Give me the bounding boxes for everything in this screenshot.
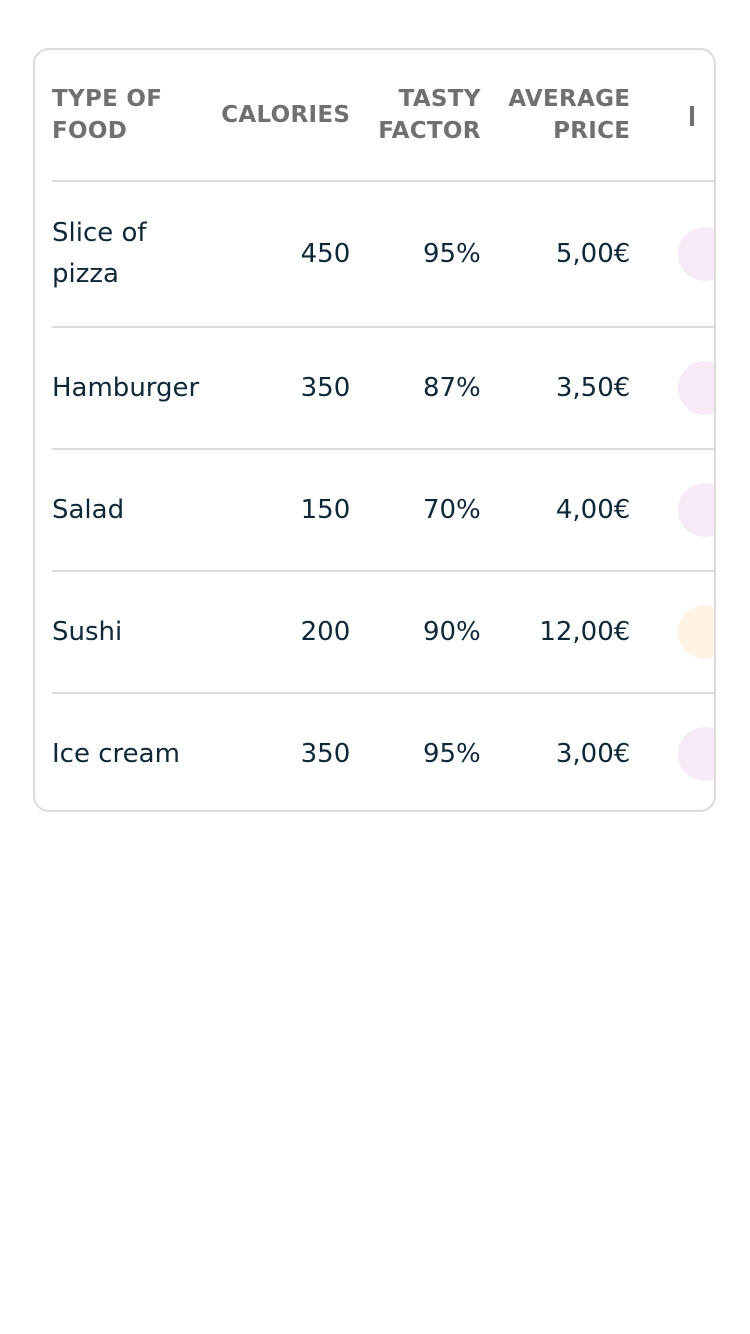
status-chip — [678, 605, 714, 659]
cell-average-price: 3,50€ — [480, 327, 631, 450]
cell-status — [630, 449, 714, 572]
cell-food-name: Slice of pizza — [52, 181, 202, 328]
table-row: Slice of pizza 450 95% 5,00€ — [52, 181, 714, 328]
cell-tasty-factor: 90% — [350, 571, 481, 694]
table-scroll-container[interactable]: TYPE OF FOOD CALORIES TASTY FACTOR AVERA… — [35, 50, 714, 810]
cell-average-price: 5,00€ — [480, 181, 631, 328]
cell-food-name: Sushi — [52, 571, 202, 694]
cell-average-price: 12,00€ — [480, 571, 631, 694]
status-chip — [678, 227, 714, 281]
header-truncated-column — [630, 50, 714, 182]
status-chip — [678, 483, 714, 537]
cell-tasty-factor: 70% — [350, 449, 481, 572]
cell-status — [630, 181, 714, 328]
table-row: Sushi 200 90% 12,00€ — [52, 571, 714, 694]
status-chip — [678, 361, 714, 415]
table-row: Hamburger 350 87% 3,50€ — [52, 327, 714, 450]
cell-calories: 450 — [201, 181, 351, 328]
cell-average-price: 4,00€ — [480, 449, 631, 572]
table-row: Salad 150 70% 4,00€ — [52, 449, 714, 572]
cell-tasty-factor: 87% — [350, 327, 481, 450]
header-tasty-factor: TASTY FACTOR — [350, 50, 481, 182]
cell-status — [630, 571, 714, 694]
cell-food-name: Ice cream — [52, 738, 180, 769]
cell-food-name: Hamburger — [52, 327, 202, 450]
cell-calories: 350 — [201, 327, 351, 450]
table-header-row: TYPE OF FOOD CALORIES TASTY FACTOR AVERA… — [52, 50, 714, 182]
cell-calories: 200 — [201, 571, 351, 694]
header-type-of-food: TYPE OF FOOD — [52, 50, 202, 182]
table-row: Ice cream 350 95% 3,00€ — [52, 693, 714, 810]
cell-food-name: Salad — [52, 449, 202, 572]
header-truncated-glyph — [690, 105, 695, 126]
header-average-price: AVERAGE PRICE — [480, 50, 631, 182]
cell-status — [630, 693, 714, 810]
status-chip — [678, 727, 714, 781]
cell-calories: 350 — [300, 738, 351, 769]
cell-status — [630, 327, 714, 450]
cell-tasty-factor: 95% — [422, 738, 481, 769]
food-table: TYPE OF FOOD CALORIES TASTY FACTOR AVERA… — [52, 50, 714, 810]
cell-average-price: 3,00€ — [555, 738, 631, 769]
cell-calories: 150 — [201, 449, 351, 572]
header-calories: CALORIES — [201, 50, 351, 182]
food-table-card: TYPE OF FOOD CALORIES TASTY FACTOR AVERA… — [33, 48, 716, 812]
cell-tasty-factor: 95% — [350, 181, 481, 328]
